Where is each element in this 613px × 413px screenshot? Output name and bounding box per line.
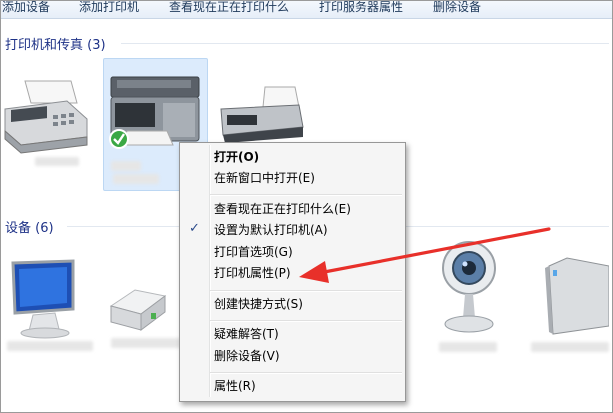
annotation-arrow xyxy=(299,227,551,283)
devices-and-printers-window: 添加设备 添加打印机 查看现在正在打印什么 打印服务器属性 删除设备 打印机和传… xyxy=(0,0,613,413)
